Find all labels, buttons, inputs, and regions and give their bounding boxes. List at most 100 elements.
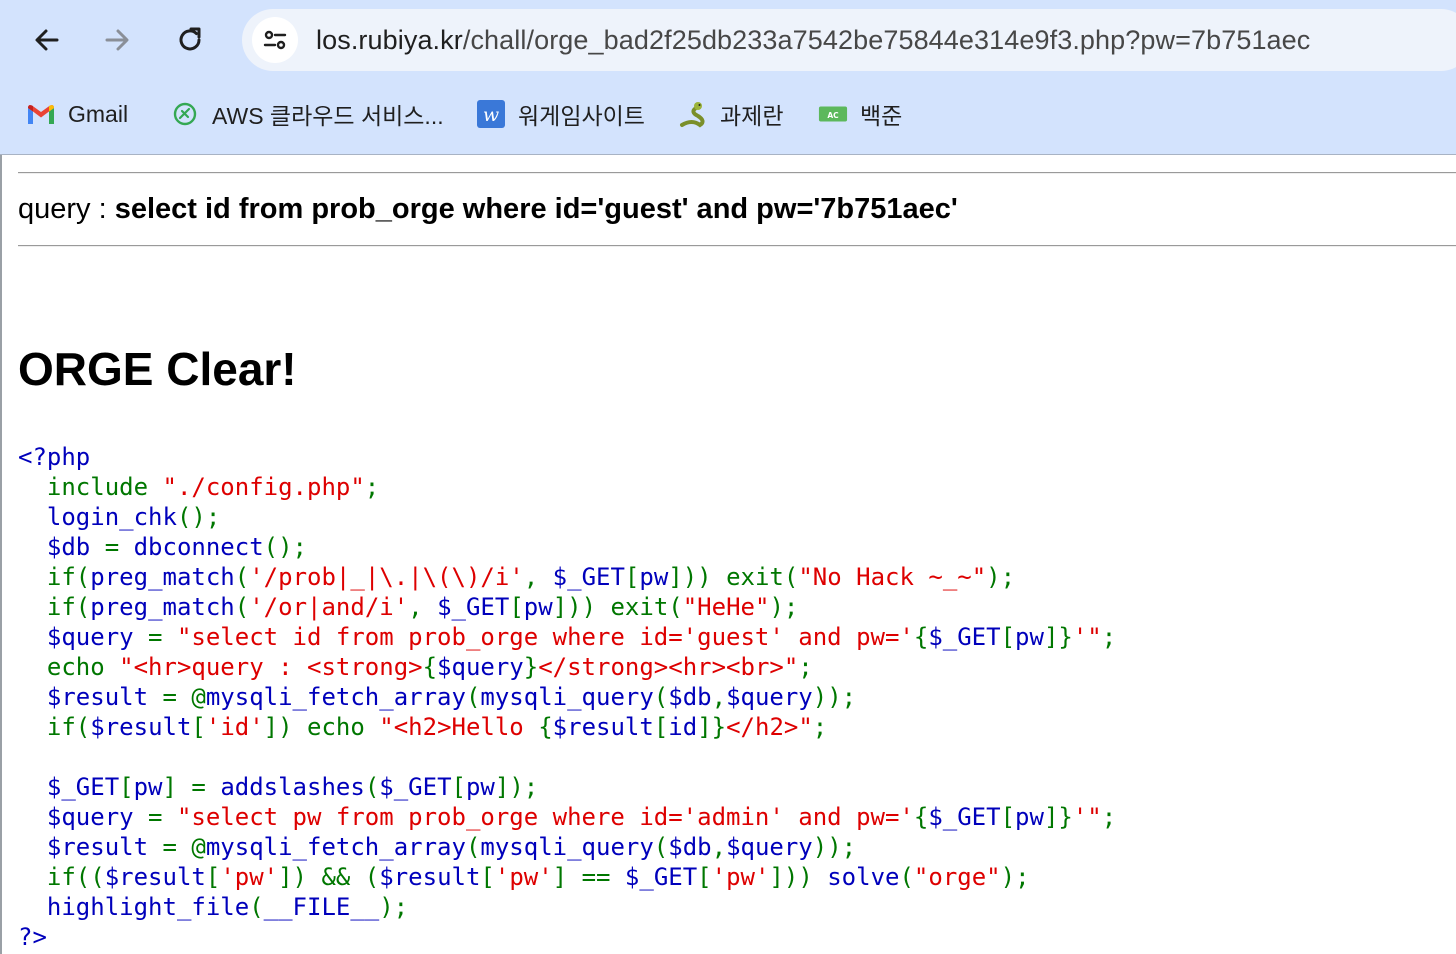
code-token: $query (18, 803, 149, 831)
browser-toolbar: los.rubiya.kr/chall/orge_bad2f25db233a75… (0, 0, 1456, 155)
code-line: $result = @mysqli_fetch_array (mysqli_que… (18, 832, 1116, 862)
query-text: select id from prob_orge where id='guest… (114, 193, 958, 225)
code-token: ; (1101, 623, 1117, 651)
code-token: highlight_file (18, 893, 250, 921)
code-token: [ (119, 773, 134, 801)
url-text[interactable]: los.rubiya.kr/chall/orge_bad2f25db233a75… (316, 22, 1310, 58)
code-token: ( (364, 773, 380, 801)
code-line: $_GET[pw] = addslashes($_GET[pw]); (18, 772, 1116, 802)
code-token: <?php (18, 443, 91, 471)
code-token: "<h2>Hello (379, 713, 539, 741)
code-token: include (46, 473, 163, 501)
code-token: ] == (552, 863, 625, 891)
bookmark-homework[interactable]: 과제란 (678, 92, 783, 136)
code-token: ); (986, 563, 1016, 591)
code-token: = @ (162, 833, 206, 861)
code-token: [ (697, 863, 712, 891)
code-token: ( (234, 593, 250, 621)
code-line: $result = @mysqli_fetch_array(mysqli_que… (18, 682, 1116, 712)
back-button[interactable] (25, 18, 69, 62)
code-token: pw (639, 563, 669, 591)
code-token: '/or|and/i' (249, 593, 409, 621)
code-token: "./config.php" (162, 473, 365, 501)
code-token: </strong><hr><br>" (538, 653, 799, 681)
code-token: $db (18, 533, 105, 561)
site-info-button[interactable] (252, 17, 298, 63)
aws-icon (170, 99, 200, 129)
code-token: "select pw from prob_orge where id='admi… (176, 803, 914, 831)
code-token: solve (827, 863, 900, 891)
code-token: preg_match (90, 563, 235, 591)
code-line (18, 742, 1116, 772)
code-token: $result (90, 713, 192, 741)
code-token: $_GET (624, 863, 698, 891)
code-token: 'pw' (711, 863, 770, 891)
code-token: $_GET (928, 623, 1001, 651)
code-token: ]) && ( (278, 863, 380, 891)
horizontal-rule (18, 245, 1456, 247)
code-token: $result (104, 863, 206, 891)
code-token: '" (1072, 803, 1102, 831)
code-token: ]); (494, 773, 539, 801)
code-token: (); (263, 533, 308, 561)
code-token: "select id from prob_orge where id='gues… (176, 623, 914, 651)
code-token: { (913, 623, 929, 651)
url-path: /chall/orge_bad2f25db233a7542be75844e314… (462, 25, 1311, 55)
window-edge (0, 155, 2, 954)
code-token: "HeHe" (682, 593, 770, 621)
code-token: mysqli_fetch_array (205, 833, 466, 861)
bookmark-label: 과제란 (720, 103, 784, 129)
code-token: ( (465, 683, 481, 711)
arrow-left-icon (35, 29, 59, 51)
bookmark-gmail[interactable]: Gmail (26, 92, 128, 136)
wargame-icon: w (476, 99, 506, 129)
code-token: ); (769, 593, 799, 621)
bookmark-baekjoon[interactable]: AC 백준 (818, 92, 902, 136)
code-token: 'pw' (494, 863, 553, 891)
code-token: $result (552, 713, 654, 741)
code-token: = (104, 533, 134, 561)
reload-icon (179, 27, 201, 51)
code-token: login_chk (18, 503, 177, 531)
baekjoon-icon: AC (818, 99, 848, 129)
code-token: $result (18, 833, 163, 861)
code-token: [ (653, 713, 669, 741)
code-token: ])) exit( (668, 563, 799, 591)
code-token: mysqli_query (480, 683, 654, 711)
code-token: $query (726, 683, 813, 711)
code-token: [ (1000, 623, 1016, 651)
address-bar[interactable]: los.rubiya.kr/chall/orge_bad2f25db233a75… (242, 9, 1456, 71)
code-token: __FILE__ (263, 893, 380, 921)
code-token: ( (234, 563, 250, 591)
code-token: ]) echo (263, 713, 380, 741)
code-token: = @ (162, 683, 206, 711)
code-token: mysqli_query (480, 833, 654, 861)
code-token: { (422, 653, 438, 681)
code-token: ( (899, 863, 914, 891)
forward-button[interactable] (95, 18, 139, 62)
code-token: ; (798, 653, 813, 681)
code-token: preg_match (90, 593, 235, 621)
bookmarks-bar: Gmail AWS 클라우드 서비스... w 워게임사이트 과제란 AC 백준 (0, 92, 1456, 136)
code-token: pw (1015, 803, 1044, 831)
code-token: echo (46, 653, 120, 681)
svg-text:w: w (483, 104, 499, 126)
bookmark-label: 워게임사이트 (518, 103, 645, 129)
bookmark-aws[interactable]: AWS 클라우드 서비스... (170, 92, 444, 136)
bookmark-wargame[interactable]: w 워게임사이트 (476, 92, 645, 136)
code-line: ?> (18, 922, 1116, 952)
code-token: = (148, 803, 177, 831)
reload-button[interactable] (168, 18, 212, 62)
code-token: $_GET (928, 803, 1001, 831)
code-token: ( (653, 833, 669, 861)
bookmark-label: 백준 (860, 103, 903, 129)
code-line: login_chk(); (18, 502, 1116, 532)
code-token: "No Hack ~_~" (798, 563, 987, 591)
clear-heading: ORGE Clear! (18, 343, 297, 395)
code-token: , (523, 563, 553, 591)
code-token: 'pw' (220, 863, 279, 891)
code-token: ( (653, 683, 669, 711)
